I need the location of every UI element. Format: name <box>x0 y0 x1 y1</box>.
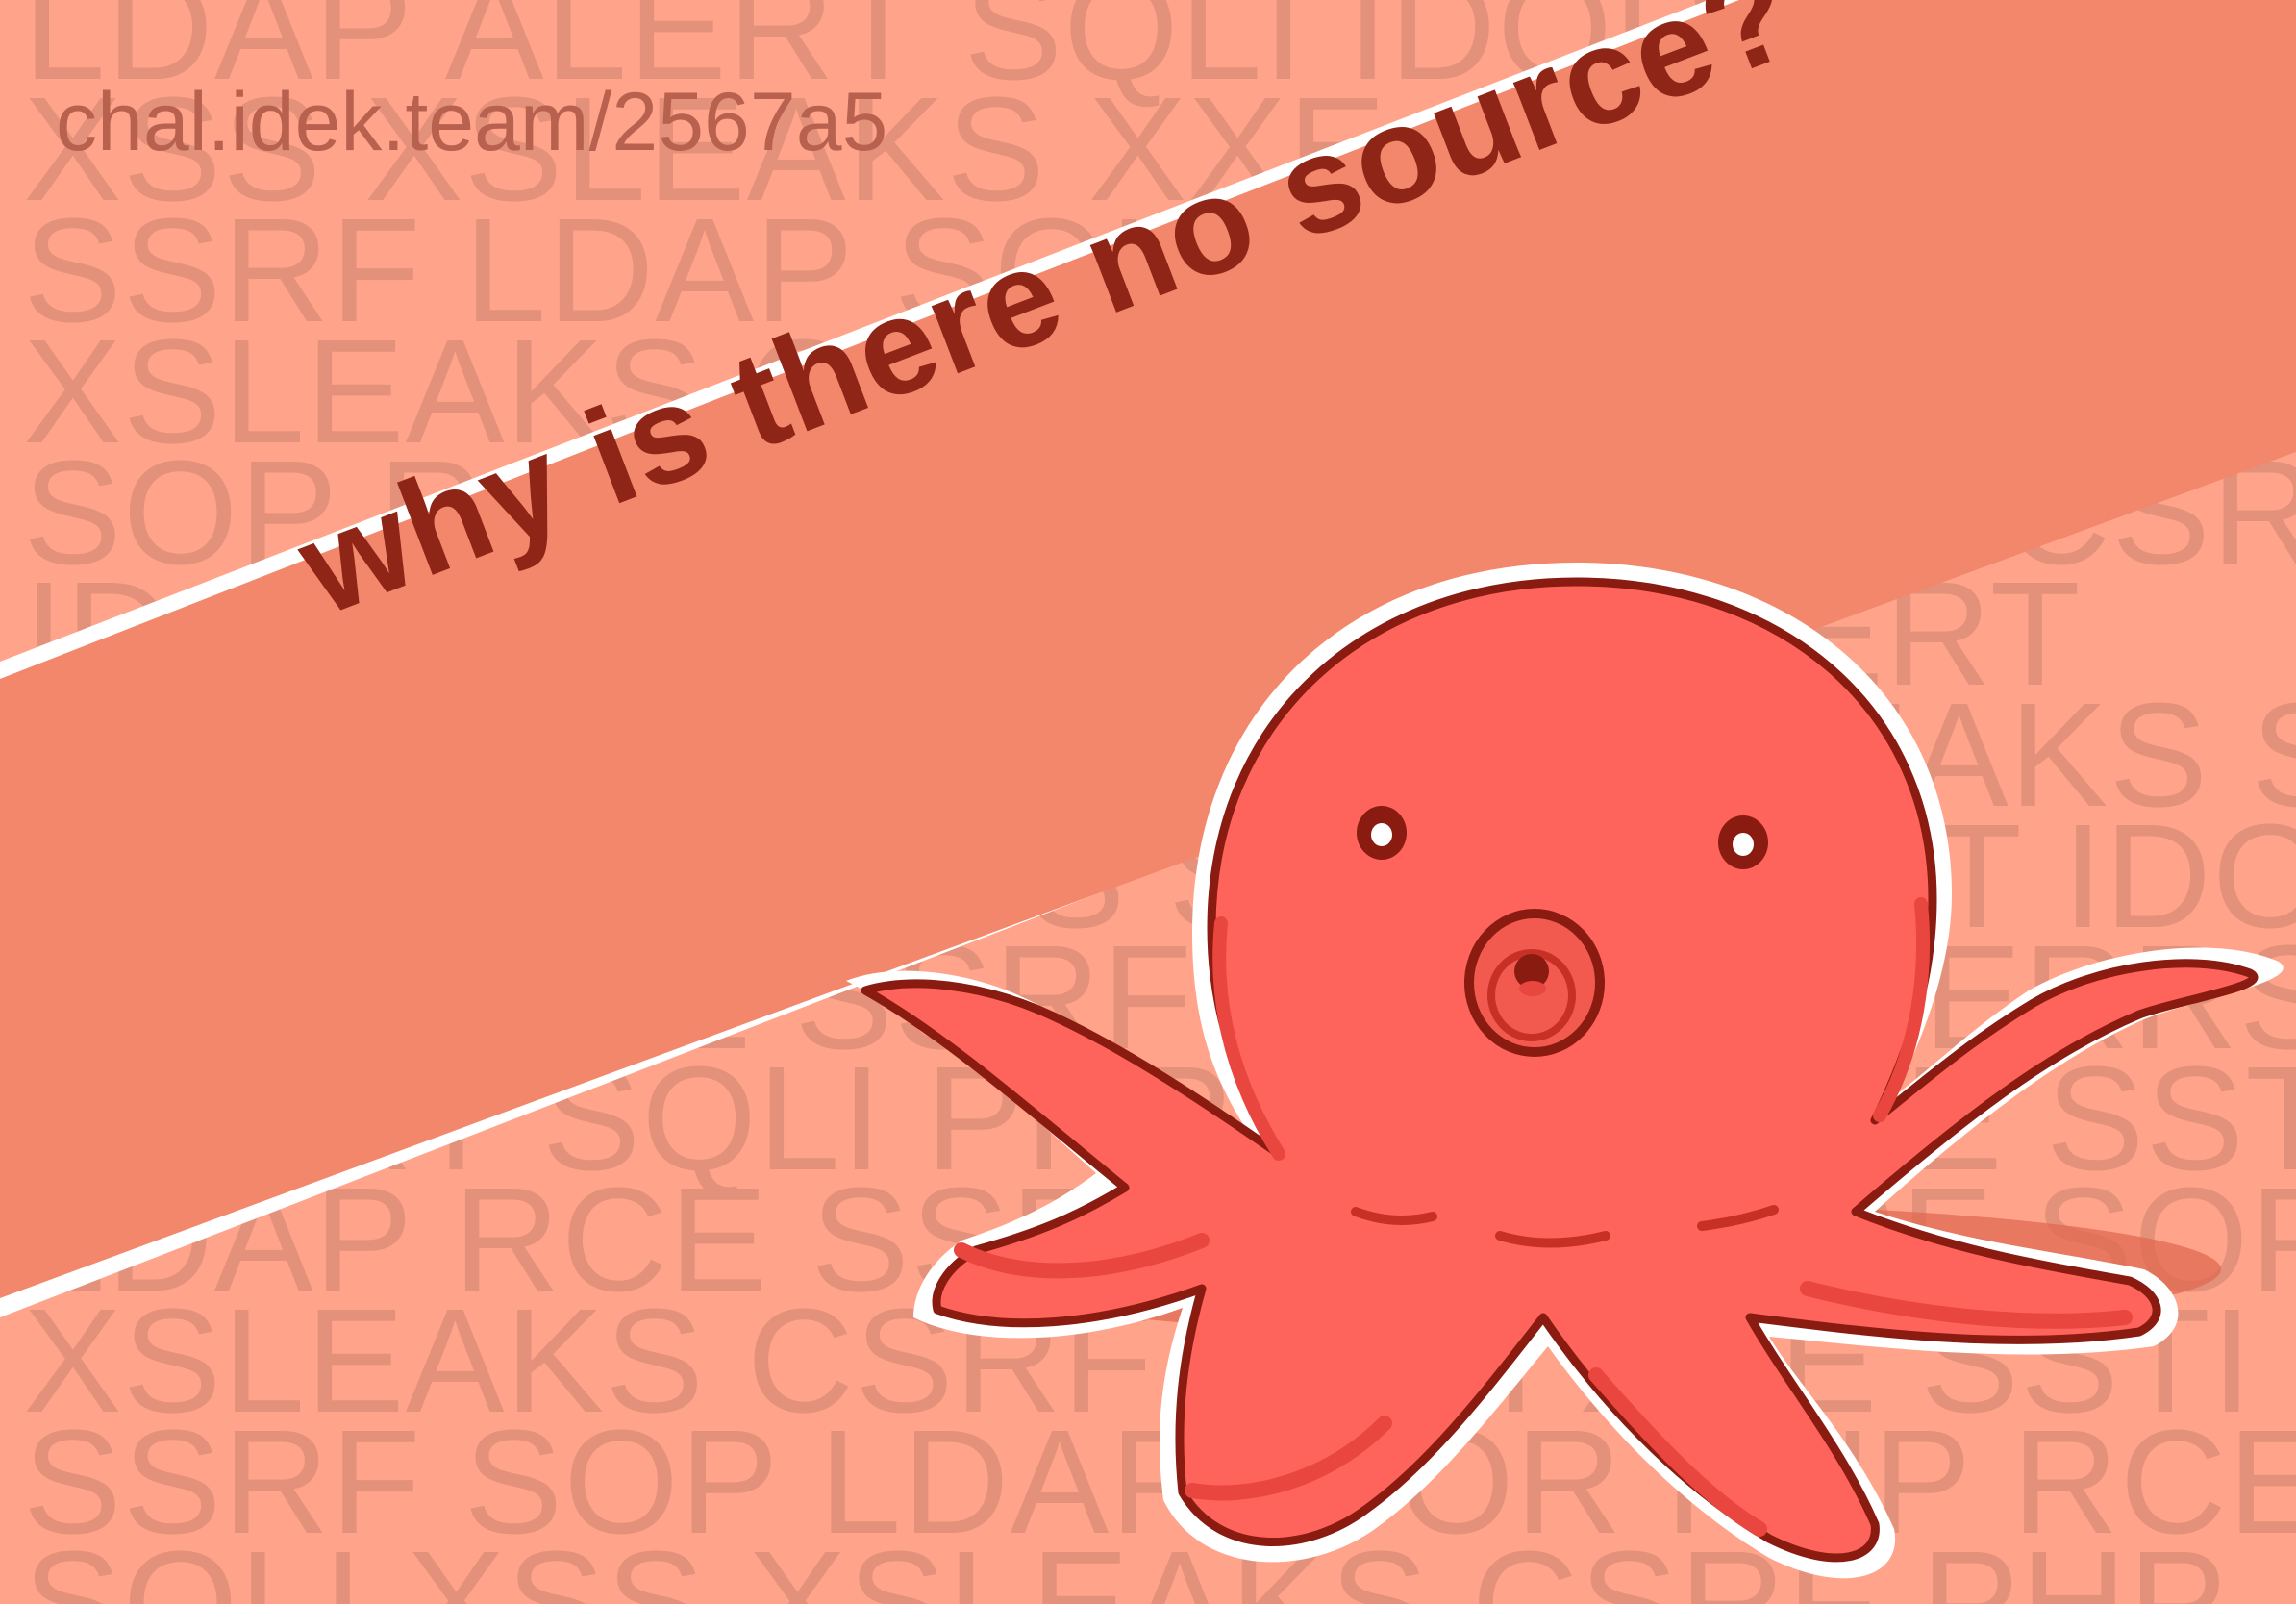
octopus-illustration <box>846 563 2284 1579</box>
eye-left-icon <box>1357 806 1407 860</box>
artwork-canvas: LDAP ALERT SQLI IDOR SSTI XSS CSRF XSS X… <box>0 0 2296 1604</box>
eye-right-icon <box>1718 815 1768 869</box>
snout-icon <box>1464 909 1605 1057</box>
